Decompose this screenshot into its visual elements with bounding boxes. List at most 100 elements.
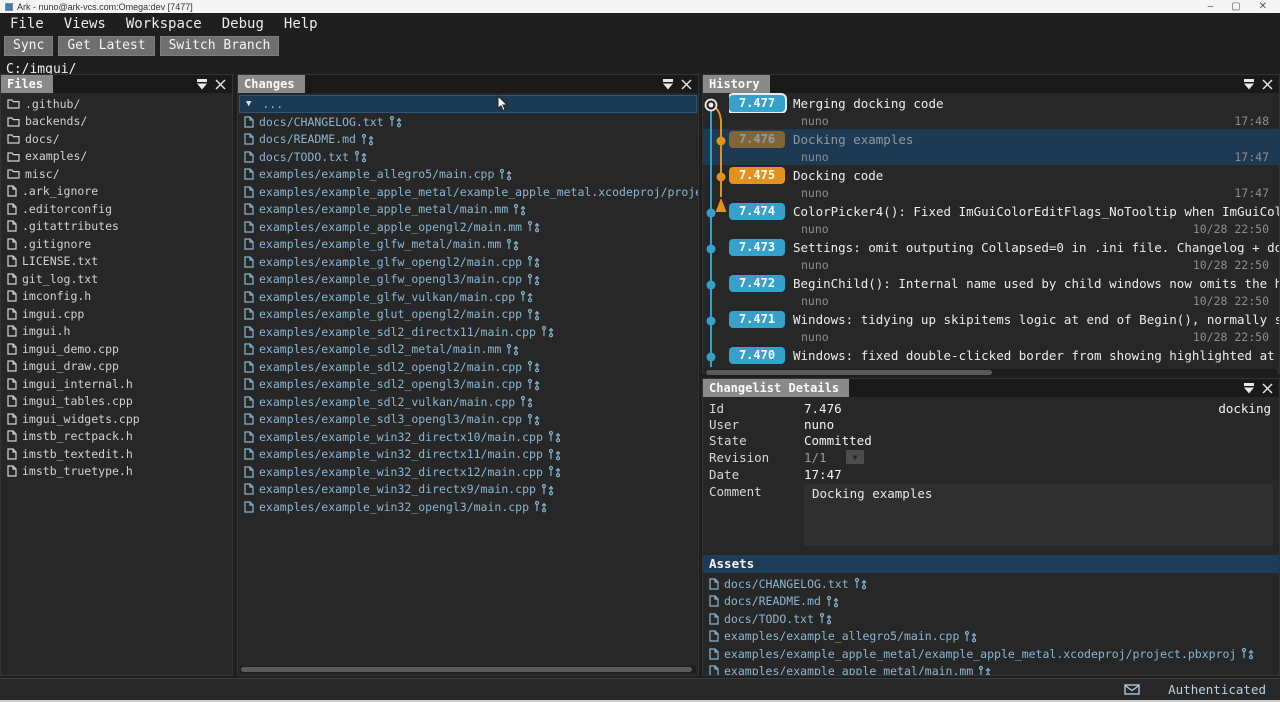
- title-bar: Ark - nuno@ark-vcs.com:Omega:dev [7477] …: [0, 0, 1280, 13]
- filter-icon[interactable]: [662, 79, 674, 90]
- commit-comment: Windows: fixed double-clicked border fro…: [793, 348, 1279, 363]
- file-name: imgui_tables.cpp: [22, 394, 133, 408]
- files-tab[interactable]: Files: [1, 75, 53, 93]
- file-icon: [244, 361, 254, 373]
- change-item[interactable]: examples/example_win32_directx9/main.cpp: [238, 481, 698, 499]
- file-tree-item[interactable]: imgui_tables.cpp: [1, 393, 232, 411]
- file-name: imgui_widgets.cpp: [22, 412, 140, 426]
- file-tree-item[interactable]: examples/: [1, 148, 232, 166]
- file-tree-item[interactable]: LICENSE.txt: [1, 253, 232, 271]
- changes-root-row[interactable]: ▼ ...: [239, 95, 697, 113]
- change-item[interactable]: docs/TODO.txt: [238, 148, 698, 166]
- toolbar-button[interactable]: Get Latest: [58, 36, 154, 56]
- change-item[interactable]: docs/CHANGELOG.txt: [238, 113, 698, 131]
- menu-item[interactable]: Views: [62, 16, 108, 32]
- file-tree-item[interactable]: imgui_internal.h: [1, 375, 232, 393]
- toolbar-button[interactable]: Sync: [4, 36, 53, 56]
- close-panel-icon[interactable]: [1262, 79, 1273, 90]
- revision-dropdown[interactable]: ▼: [846, 450, 864, 464]
- mail-icon[interactable]: [1124, 684, 1140, 695]
- details-tab[interactable]: Changelist Details: [703, 379, 849, 397]
- asset-item[interactable]: examples/example_apple_metal/main.mm: [703, 663, 1279, 676]
- change-item[interactable]: examples/example_sdl2_directx11/main.cpp: [238, 323, 698, 341]
- change-item[interactable]: examples/example_win32_directx12/main.cp…: [238, 463, 698, 481]
- file-tree-item[interactable]: imgui_demo.cpp: [1, 340, 232, 358]
- file-tree-item[interactable]: imgui_widgets.cpp: [1, 410, 232, 428]
- branch-change-icon: [527, 413, 540, 426]
- maximize-button[interactable]: ▢: [1231, 2, 1240, 12]
- change-item[interactable]: examples/example_glfw_vulkan/main.cpp: [238, 288, 698, 306]
- change-item[interactable]: examples/example_apple_metal/example_app…: [238, 183, 698, 201]
- changes-tab[interactable]: Changes: [238, 75, 305, 93]
- folder-icon: [7, 133, 20, 144]
- change-item[interactable]: docs/README.md: [238, 131, 698, 149]
- toolbar-button[interactable]: Switch Branch: [160, 36, 280, 56]
- change-item[interactable]: examples/example_sdl2_opengl2/main.cpp: [238, 358, 698, 376]
- file-tree-item[interactable]: imgui.h: [1, 323, 232, 341]
- file-icon: [244, 431, 254, 443]
- change-item[interactable]: examples/example_glut_opengl2/main.cpp: [238, 306, 698, 324]
- change-item[interactable]: examples/example_win32_directx10/main.cp…: [238, 428, 698, 446]
- asset-item[interactable]: docs/CHANGELOG.txt: [703, 575, 1279, 593]
- commit-row[interactable]: 7.475 Docking code nuno 17:47: [703, 165, 1279, 201]
- close-panel-icon[interactable]: [681, 79, 692, 90]
- change-item[interactable]: examples/example_glfw_opengl3/main.cpp: [238, 271, 698, 289]
- menu-item[interactable]: Workspace: [124, 16, 204, 32]
- changes-horizontal-scrollbar[interactable]: [240, 666, 696, 673]
- file-tree-item[interactable]: .ark_ignore: [1, 183, 232, 201]
- commit-row[interactable]: 7.473 Settings: omit outputing Collapsed…: [703, 237, 1279, 273]
- commit-row[interactable]: 7.477 Merging docking code nuno 17:48: [703, 93, 1279, 129]
- file-tree-item[interactable]: misc/: [1, 165, 232, 183]
- change-item[interactable]: examples/example_sdl3_opengl3/main.cpp: [238, 411, 698, 429]
- change-item[interactable]: examples/example_apple_metal/main.mm: [238, 201, 698, 219]
- change-item[interactable]: examples/example_apple_opengl2/main.mm: [238, 218, 698, 236]
- file-tree-item[interactable]: .gitattributes: [1, 218, 232, 236]
- change-item[interactable]: examples/example_win32_directx11/main.cp…: [238, 446, 698, 464]
- menu-item[interactable]: Help: [282, 16, 320, 32]
- change-item[interactable]: examples/example_sdl2_opengl3/main.cpp: [238, 376, 698, 394]
- change-item[interactable]: examples/example_glfw_opengl2/main.cpp: [238, 253, 698, 271]
- commit-row[interactable]: 7.472 BeginChild(): Internal name used b…: [703, 273, 1279, 309]
- close-panel-icon[interactable]: [1262, 383, 1273, 394]
- file-tree-item[interactable]: backends/: [1, 113, 232, 131]
- file-tree-item[interactable]: docs/: [1, 130, 232, 148]
- commit-row[interactable]: 7.476 Docking examples nuno 17:47: [703, 129, 1279, 165]
- comment-box[interactable]: Docking examples: [804, 484, 1273, 546]
- changes-panel: Changes ▼ ...: [237, 74, 699, 676]
- file-tree-item[interactable]: imgui_draw.cpp: [1, 358, 232, 376]
- history-tab[interactable]: History: [703, 75, 770, 93]
- change-item[interactable]: examples/example_sdl2_vulkan/main.cpp: [238, 393, 698, 411]
- menu-item[interactable]: File: [8, 16, 46, 32]
- change-item[interactable]: examples/example_glfw_metal/main.mm: [238, 236, 698, 254]
- asset-item[interactable]: docs/README.md: [703, 593, 1279, 611]
- change-item[interactable]: examples/example_allegro5/main.cpp: [238, 166, 698, 184]
- file-icon: [244, 343, 254, 355]
- minimize-button[interactable]: –: [1208, 2, 1214, 12]
- file-tree-item[interactable]: imstb_rectpack.h: [1, 428, 232, 446]
- file-tree-item[interactable]: git_log.txt: [1, 270, 232, 288]
- file-tree-item[interactable]: .editorconfig: [1, 200, 232, 218]
- asset-item[interactable]: examples/example_allegro5/main.cpp: [703, 628, 1279, 646]
- close-button[interactable]: ✕: [1259, 2, 1267, 12]
- file-tree-item[interactable]: imstb_truetype.h: [1, 463, 232, 481]
- file-tree-item[interactable]: imconfig.h: [1, 288, 232, 306]
- menu-item[interactable]: Debug: [220, 16, 266, 32]
- change-item[interactable]: examples/example_sdl2_metal/main.mm: [238, 341, 698, 359]
- asset-item[interactable]: docs/TODO.txt: [703, 610, 1279, 628]
- file-tree-item[interactable]: imstb_textedit.h: [1, 445, 232, 463]
- file-tree-item[interactable]: .github/: [1, 95, 232, 113]
- filter-icon[interactable]: [196, 79, 208, 90]
- file-tree-item[interactable]: .gitignore: [1, 235, 232, 253]
- filter-icon[interactable]: [1243, 383, 1255, 394]
- filter-icon[interactable]: [1243, 79, 1255, 90]
- commit-rows: 7.477 Merging docking code nuno 17:48 7: [703, 93, 1279, 367]
- commit-row[interactable]: 7.474 ColorPicker4(): Fixed ImGuiColorEd…: [703, 201, 1279, 237]
- commit-row[interactable]: 7.471 Windows: tidying up skipitems logi…: [703, 309, 1279, 345]
- asset-item[interactable]: examples/example_apple_metal/example_app…: [703, 645, 1279, 663]
- history-horizontal-scrollbar[interactable]: [705, 369, 1277, 376]
- file-tree-item[interactable]: imgui.cpp: [1, 305, 232, 323]
- commit-row[interactable]: 7.470 Windows: fixed double-clicked bord…: [703, 345, 1279, 367]
- commit-author: nuno: [801, 366, 829, 368]
- change-item[interactable]: examples/example_win32_opengl3/main.cpp: [238, 498, 698, 516]
- close-panel-icon[interactable]: [215, 79, 226, 90]
